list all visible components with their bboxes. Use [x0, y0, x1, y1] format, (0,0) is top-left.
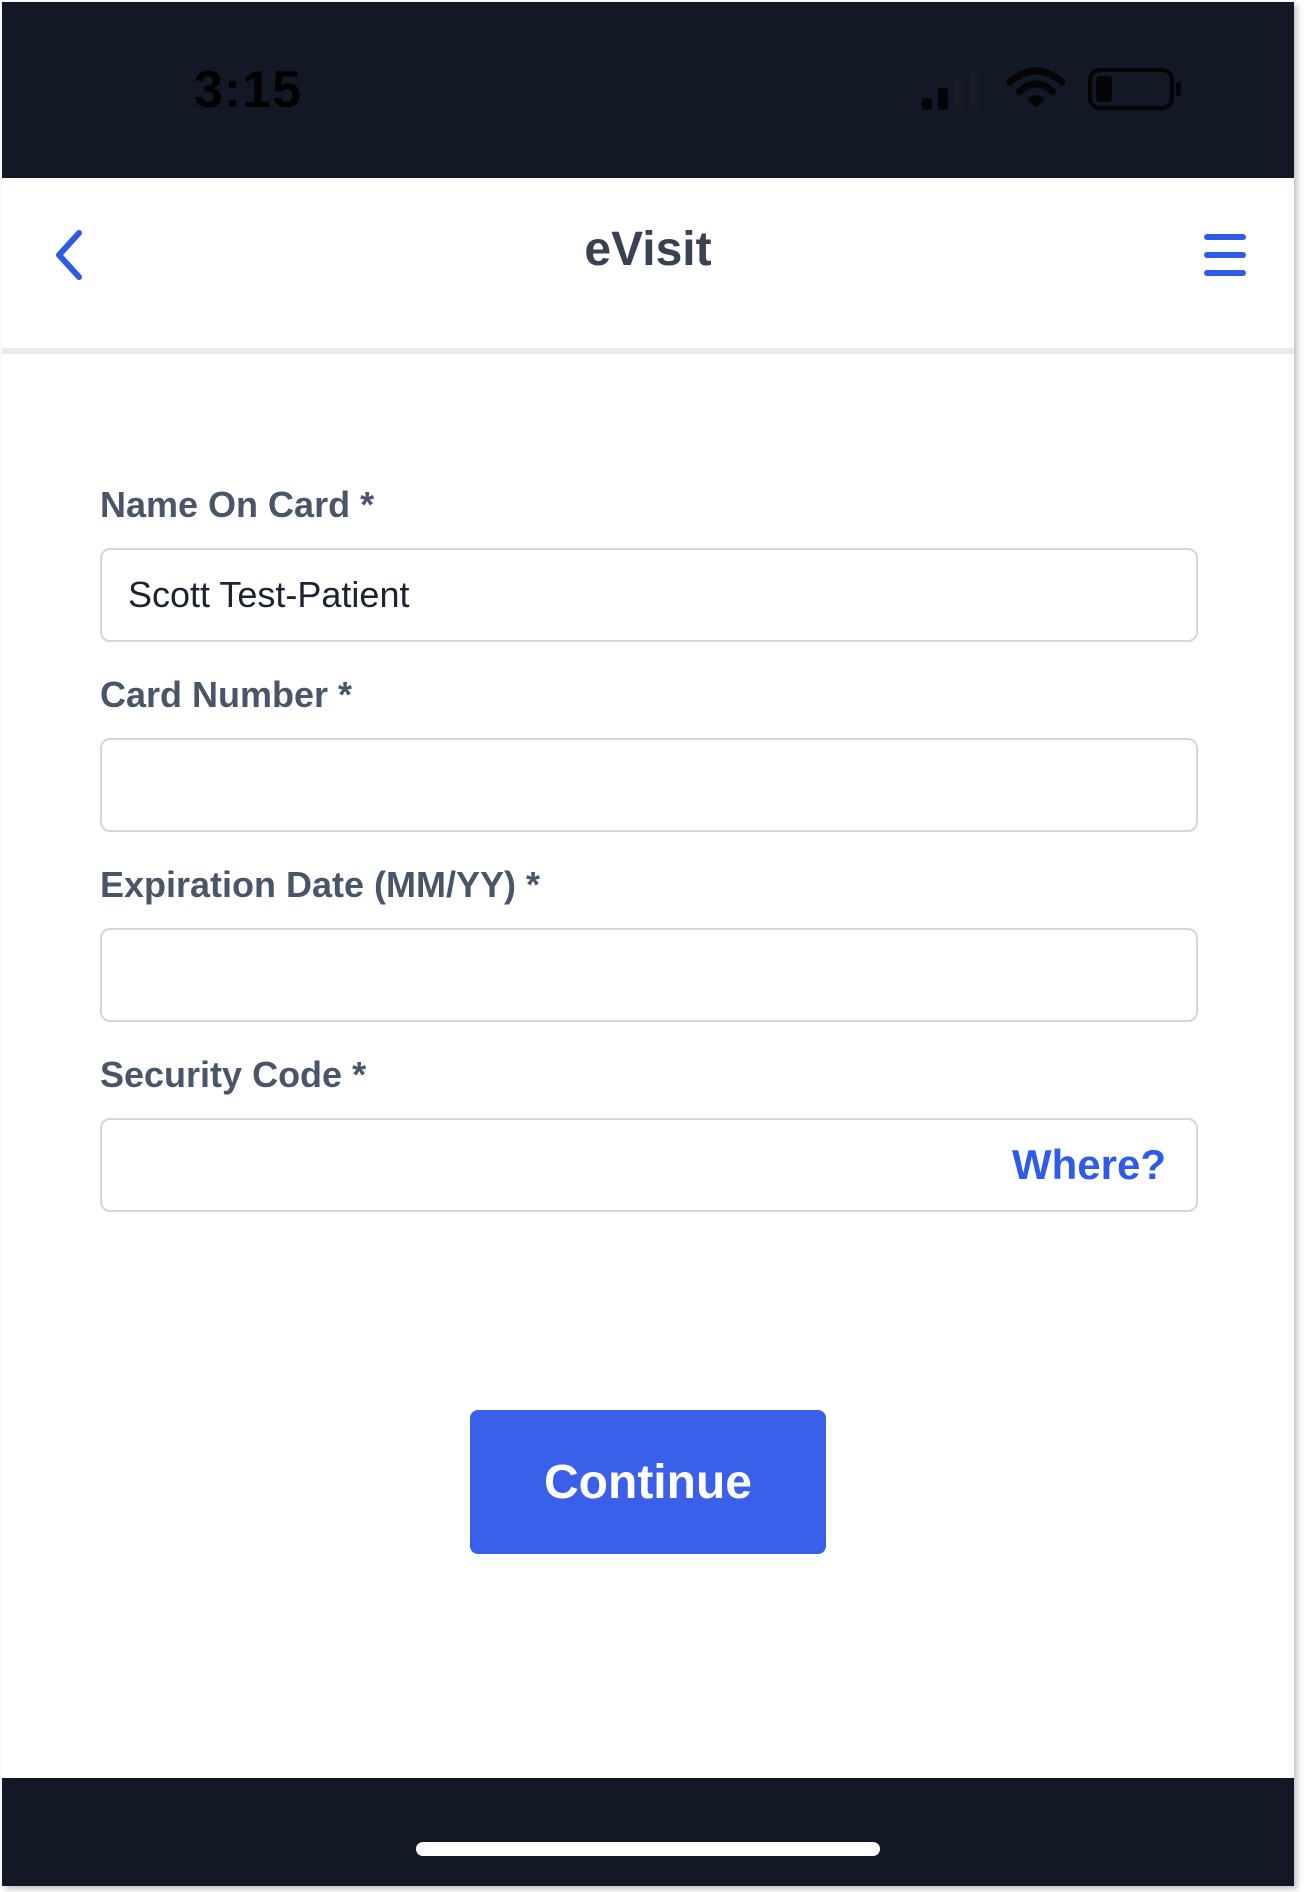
continue-button[interactable]: Continue — [470, 1410, 826, 1554]
name-on-card-input[interactable]: Scott Test-Patient — [100, 548, 1198, 642]
battery-icon — [1088, 68, 1181, 110]
name-on-card-label: Name On Card * — [100, 484, 375, 525]
security-code-input[interactable]: Where? — [100, 1118, 1198, 1212]
expiration-date-label: Expiration Date (MM/YY) * — [100, 864, 541, 905]
menu-button[interactable] — [1202, 228, 1250, 282]
bottom-bar — [2, 1778, 1294, 1886]
card-number-input[interactable] — [100, 738, 1198, 832]
payment-form: Name On Card * Scott Test-Patient Card N… — [100, 482, 1198, 1242]
card-number-label: Card Number * — [100, 674, 353, 715]
security-code-help-link[interactable]: Where? — [1012, 1120, 1166, 1210]
wifi-icon — [1006, 67, 1066, 108]
cellular-signal-icon — [922, 68, 980, 110]
app-header: eVisit — [2, 178, 1294, 354]
home-indicator[interactable] — [416, 1842, 880, 1856]
security-code-label: Security Code * — [100, 1054, 367, 1095]
hamburger-menu-icon — [1204, 234, 1246, 276]
status-time: 3:15 — [194, 61, 303, 119]
page-title: eVisit — [584, 223, 712, 276]
name-on-card-value: Scott Test-Patient — [128, 574, 410, 615]
status-bar: 3:15 — [2, 2, 1294, 178]
expiration-date-input[interactable] — [100, 928, 1198, 1022]
app-screen: 3:15 eVisit Name On Card * Scott Test-Pa… — [2, 2, 1294, 1886]
